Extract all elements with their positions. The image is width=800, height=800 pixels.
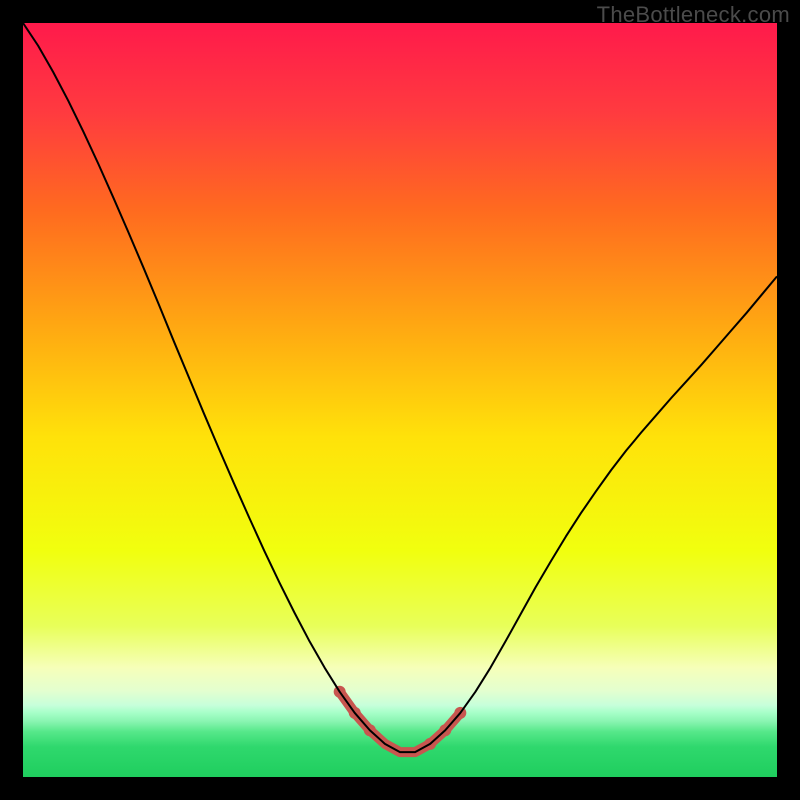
plot-area [23,23,777,777]
outer-frame: TheBottleneck.com [0,0,800,800]
chart-svg [23,23,777,777]
gradient-background [23,23,777,777]
